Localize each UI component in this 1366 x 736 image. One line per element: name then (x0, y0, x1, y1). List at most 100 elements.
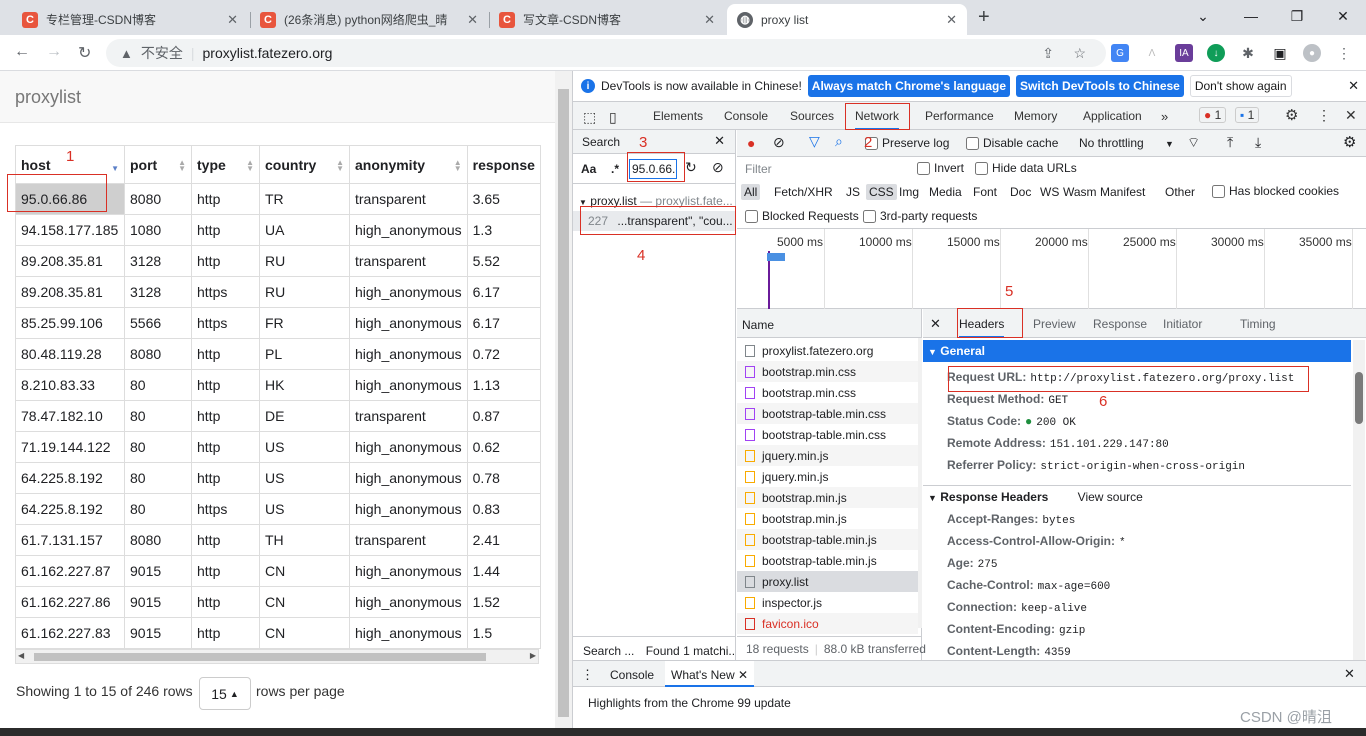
back-icon[interactable]: ← (14, 43, 30, 61)
blocked-requests-checkbox[interactable]: Blocked Requests (745, 209, 859, 224)
request-row[interactable]: proxy.list (737, 571, 918, 592)
request-row[interactable]: jquery.min.js (737, 466, 918, 487)
type-filter-fetchxhr[interactable]: Fetch/XHR (771, 184, 836, 200)
kebab-menu-icon[interactable]: ⋮ (1317, 107, 1331, 124)
name-column-header[interactable]: Name (737, 309, 921, 338)
more-tabs-icon[interactable]: » (1161, 109, 1168, 124)
network-settings-icon[interactable]: ⚙ (1343, 133, 1356, 151)
maximize-icon[interactable]: ❐ (1274, 0, 1320, 32)
refresh-search-icon[interactable]: ↻ (685, 159, 697, 176)
horizontal-scrollbar[interactable]: ◀ ▶ (15, 649, 539, 664)
clear-search-icon[interactable]: ⊘ (712, 159, 724, 176)
warning-icon[interactable]: ▲ (120, 46, 133, 61)
filter-input[interactable]: Filter (741, 160, 903, 178)
type-filter-font[interactable]: Font (970, 184, 1000, 200)
details-scrollbar[interactable] (1353, 340, 1365, 660)
request-row[interactable]: bootstrap-table.min.css (737, 424, 918, 445)
tab-timing[interactable]: Timing (1240, 317, 1276, 331)
inspect-element-icon[interactable]: ⬚ (583, 109, 596, 126)
close-drawer-icon[interactable]: ✕ (1344, 666, 1355, 682)
tab-response[interactable]: Response (1093, 317, 1147, 331)
new-tab-button[interactable]: + (978, 6, 990, 29)
request-list-scrollbar[interactable] (918, 338, 922, 628)
tab-console[interactable]: Console (724, 109, 768, 123)
throttling-dropdown[interactable]: No throttling ▼ (1079, 136, 1174, 150)
col-response[interactable]: response (466, 145, 541, 184)
regex-toggle[interactable]: .* (611, 162, 619, 176)
puzzle-icon[interactable]: ✱ (1239, 44, 1257, 62)
response-headers-section-header[interactable]: ▼ Response Headers View source (928, 490, 1143, 504)
third-party-checkbox[interactable]: 3rd-party requests (863, 209, 977, 224)
rows-per-page-dropdown[interactable]: 15 ▲ (199, 677, 251, 710)
network-timeline[interactable]: 5000 ms 10000 ms 15000 ms 20000 ms 25000… (737, 229, 1366, 309)
drawer-tab-console[interactable]: Console (610, 668, 654, 682)
wifi-settings-icon[interactable]: ⌔ (1187, 134, 1200, 152)
match-case-toggle[interactable]: Aa (581, 162, 596, 176)
forward-icon[interactable]: → (46, 43, 62, 61)
tab-preview[interactable]: Preview (1033, 317, 1076, 331)
request-row[interactable]: proxylist.fatezero.org (737, 340, 918, 361)
share-icon[interactable]: ⇪ (1042, 45, 1054, 62)
close-tab-icon[interactable]: ✕ (946, 12, 957, 28)
export-har-icon[interactable]: ⤓ (1255, 134, 1261, 151)
type-filter-css[interactable]: CSS (866, 184, 897, 200)
tab-sources[interactable]: Sources (790, 109, 834, 123)
extension-a-icon[interactable]: Λ (1143, 44, 1161, 62)
drawer-tab-whats-new[interactable]: What's New ✕ (665, 661, 755, 687)
tab-application[interactable]: Application (1083, 109, 1142, 123)
close-infobar-icon[interactable]: ✕ (1348, 78, 1359, 94)
request-row[interactable]: favicon.ico (737, 613, 918, 634)
minimize-icon[interactable]: — (1228, 0, 1274, 32)
general-section-header[interactable]: ▼ General (923, 340, 1351, 362)
settings-gear-icon[interactable]: ⚙ (1285, 106, 1298, 124)
close-window-icon[interactable]: ✕ (1320, 0, 1366, 32)
type-filter-img[interactable]: Img (896, 184, 922, 200)
type-filter-other[interactable]: Other (1162, 184, 1198, 200)
type-filter-media[interactable]: Media (926, 184, 965, 200)
always-match-language-button[interactable]: Always match Chrome's language (807, 75, 1011, 97)
invert-checkbox[interactable]: Invert (917, 161, 964, 176)
scrollbar-thumb[interactable] (34, 653, 486, 661)
browser-tab-1[interactable]: C 专栏管理-CSDN博客 ✕ (12, 4, 248, 35)
type-filter-all[interactable]: All (741, 184, 761, 200)
import-har-icon[interactable]: ⤒ (1227, 134, 1233, 151)
type-filter-wasm[interactable]: Wasm (1060, 184, 1100, 200)
close-tab-icon[interactable]: ✕ (704, 12, 715, 28)
dont-show-again-button[interactable]: Don't show again (1189, 75, 1292, 97)
disable-cache-checkbox[interactable]: Disable cache (966, 136, 1058, 151)
error-badge[interactable]: ● 1 (1199, 107, 1227, 123)
close-search-icon[interactable]: ✕ (714, 133, 725, 149)
record-icon[interactable]: ● (747, 135, 755, 151)
request-row[interactable]: jquery.min.js (737, 445, 918, 466)
extension-ia-icon[interactable]: IA (1175, 44, 1193, 62)
request-row[interactable]: bootstrap.min.css (737, 361, 918, 382)
type-filter-doc[interactable]: Doc (1007, 184, 1034, 200)
request-row[interactable]: bootstrap.min.css (737, 382, 918, 403)
request-row[interactable]: inspector.js (737, 592, 918, 613)
issues-badge[interactable]: ▪ 1 (1235, 107, 1260, 123)
tab-initiator[interactable]: Initiator (1163, 317, 1202, 331)
browser-tab-4-active[interactable]: ◍ proxy list ✕ (727, 4, 967, 35)
type-filter-manifest[interactable]: Manifest (1097, 184, 1148, 200)
browser-tab-2[interactable]: C (26条消息) python网络爬虫_晴 ✕ (250, 4, 488, 35)
chevron-down-icon[interactable]: ⌄ (1180, 0, 1226, 32)
bookmark-star-icon[interactable]: ☆ (1073, 45, 1086, 62)
switch-to-chinese-button[interactable]: Switch DevTools to Chinese (1016, 75, 1184, 97)
has-blocked-cookies-checkbox[interactable]: Has blocked cookies (1212, 184, 1339, 199)
tab-memory[interactable]: Memory (1014, 109, 1057, 123)
drawer-menu-icon[interactable]: ⋮ (581, 667, 594, 683)
download-extension-icon[interactable]: ↓ (1207, 44, 1225, 62)
search-icon[interactable]: ⌕ (835, 133, 843, 150)
omnibox[interactable]: ▲ 不安全 | proxylist.fatezero.org ⇪ ☆ (106, 39, 1106, 67)
view-source-link[interactable]: View source (1078, 490, 1143, 504)
side-panel-icon[interactable]: ▣ (1271, 44, 1289, 62)
filter-icon[interactable]: ▽ (809, 133, 820, 150)
brand-link[interactable]: proxylist (15, 87, 81, 108)
browser-tab-3[interactable]: C 写文章-CSDN博客 ✕ (489, 4, 725, 35)
close-tab-icon[interactable]: ✕ (467, 12, 478, 28)
request-row[interactable]: bootstrap-table.min.css (737, 403, 918, 424)
tab-elements[interactable]: Elements (653, 109, 703, 123)
col-anonymity[interactable]: anonymity ▲ ▼ (349, 145, 468, 184)
menu-icon[interactable]: ⋮ (1335, 44, 1353, 62)
profile-avatar[interactable]: ● (1303, 44, 1321, 62)
